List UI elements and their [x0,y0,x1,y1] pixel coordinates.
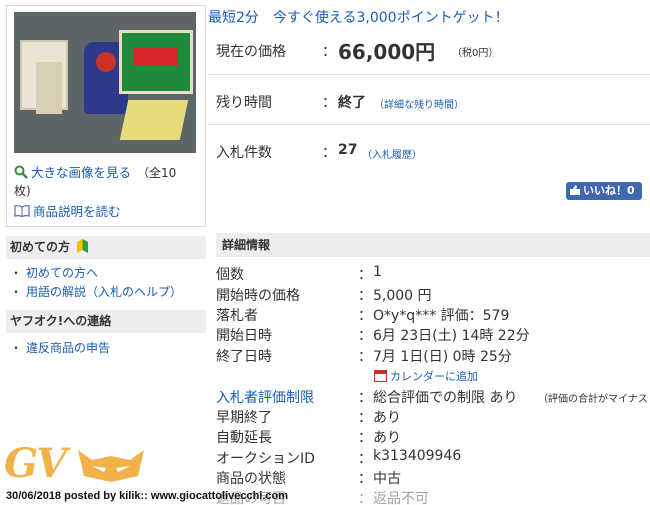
image-count-suffix: 枚) [14,184,31,198]
time-left-colon: ： [322,95,336,111]
detail-label: 早期終了 [216,410,272,426]
detail-colon: ： [358,390,372,406]
time-left-value: 終了 [338,95,366,111]
beginner-mark-icon [77,238,89,253]
detail-value: あり [373,410,401,426]
detail-colon: ： [358,491,372,505]
side-item-glossary[interactable]: ・用語の解説（入札のヘルプ） [10,283,182,300]
detail-label: 落札者 [216,308,258,324]
price-tax: （税0円） [452,48,499,59]
detail-value: 1 [373,264,382,280]
view-large-image-label[interactable]: 大きな画像を見る [31,165,131,180]
detail-colon: ： [358,288,372,304]
side-item-report-label[interactable]: 違反商品の申告 [26,341,110,355]
detail-colon: ： [358,451,372,467]
magnifier-icon [14,165,28,179]
bids-colon: ： [322,145,336,161]
restriction-note: （評価の合計がマイナス [538,394,648,405]
like-button-label[interactable]: いいね！0 [583,184,635,197]
detail-colon: ： [358,471,372,487]
book-icon [14,205,30,218]
divider [208,74,650,75]
read-description-link[interactable]: 商品説明を読む [14,201,121,220]
side-item-first-time-label[interactable]: 初めての方へ [26,266,98,280]
contact-heading: ヤフオク!への連絡 [6,310,206,333]
side-item-report[interactable]: ・違反商品の申告 [10,339,110,356]
detail-label: 開始日時 [216,328,272,344]
detail-value: 返品不可 [373,491,429,505]
product-image[interactable] [14,12,196,153]
detail-colon: ： [358,328,372,344]
detail-value: 7月 1日(日) 0時 25分 [373,349,512,365]
bidder-restriction-link[interactable]: 入札者評価制限 [216,387,314,407]
first-time-heading: 初めての方 [6,236,206,259]
bids-count: 27 [338,142,358,158]
price-label: 現在の価格 [216,44,286,60]
detail-label: 自動延長 [216,430,272,446]
contact-heading-label: ヤフオク!への連絡 [10,314,112,328]
time-left-label: 残り時間 [216,95,272,111]
details-heading: 詳細情報 [216,233,650,257]
bid-history-link[interactable]: （入札履歴） [362,146,422,161]
detail-label: オークションID [216,451,315,467]
detail-value: 総合評価での制限 あり [373,390,518,406]
add-to-calendar-link[interactable]: カレンダーに追加 [374,368,478,384]
current-price: 66,000円 [338,40,436,64]
like-button[interactable]: いいね！0 [566,182,642,200]
first-time-heading-label: 初めての方 [10,240,71,254]
watermark-credit: 30/06/2018 posted by kilik:: www.giocatt… [6,490,289,502]
time-detail-link[interactable]: （詳細な残り時間） [374,96,464,111]
detail-value: あり [373,430,401,446]
detail-value: 5,000 円 [373,288,432,304]
detail-colon: ： [358,349,372,365]
detail-colon: ： [358,410,372,426]
read-description-label[interactable]: 商品説明を読む [33,204,121,219]
divider [208,124,650,125]
watermark-mask-icon [78,450,144,482]
detail-label: 終了日時 [216,349,272,365]
detail-label: 個数 [216,267,244,283]
thumbs-up-icon [570,185,580,195]
detail-colon: ： [358,308,372,324]
view-large-image-link[interactable]: 大きな画像を見る （全10 [14,163,176,183]
side-item-glossary-label[interactable]: 用語の解説（入札のヘルプ） [26,285,182,299]
detail-value: 中古 [373,471,401,487]
price-colon: ： [322,44,336,60]
detail-label: 開始時の価格 [216,288,300,304]
image-count: （全10 [137,166,177,180]
detail-colon: ： [358,430,372,446]
detail-label: 商品の状態 [216,471,286,487]
detail-colon: ： [358,267,372,283]
detail-value: 6月 23日(土) 14時 22分 [373,328,530,344]
points-promo-link[interactable]: 最短2分 今すぐ使える3,000ポイントゲット！ [208,7,509,27]
detail-value: O*y*q*** 評価：579 [373,308,510,324]
detail-value: k313409946 [373,448,462,464]
watermark-logo: GV [4,440,67,487]
add-to-calendar-label[interactable]: カレンダーに追加 [390,370,478,383]
calendar-icon [374,370,387,382]
side-item-first-time[interactable]: ・初めての方へ [10,264,98,281]
bids-label: 入札件数 [216,145,272,161]
